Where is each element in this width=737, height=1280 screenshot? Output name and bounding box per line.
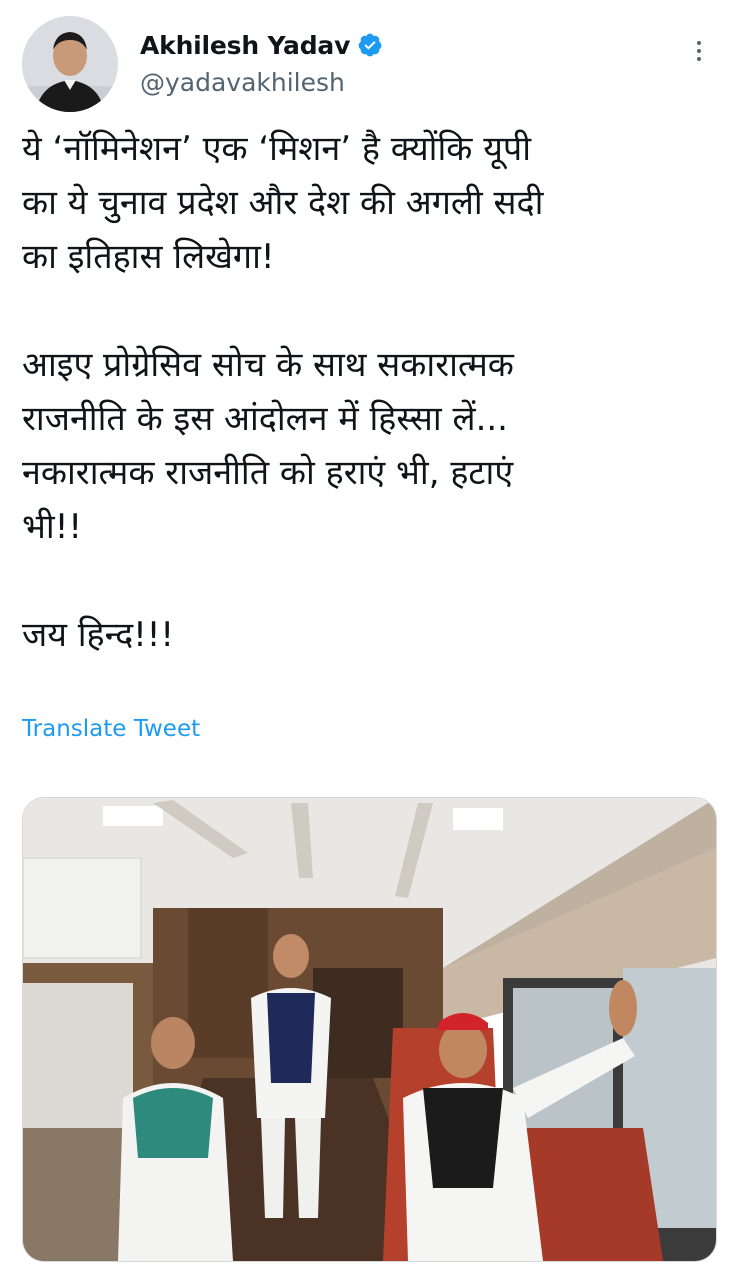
- translate-tweet-link[interactable]: Translate Tweet: [22, 716, 200, 742]
- more-options-icon[interactable]: [687, 36, 711, 66]
- tweet-photo[interactable]: [22, 797, 717, 1262]
- verified-badge-icon: [357, 32, 383, 58]
- more-dot: [697, 41, 701, 45]
- more-dot: [697, 57, 701, 61]
- display-name[interactable]: Akhilesh Yadav: [140, 31, 350, 60]
- tweet-paragraph-2: आइए प्रोग्रेसिव सोच के साथ सकारात्मक राज…: [22, 345, 514, 547]
- tweet-text: ये ‘नॉमिनेशन’ एक ‘मिशन’ है क्योंकि यूपी …: [22, 122, 722, 662]
- author-handle[interactable]: @yadavakhilesh: [140, 68, 383, 97]
- author-info: Akhilesh Yadav @yadavakhilesh: [140, 28, 383, 97]
- tweet-card: Akhilesh Yadav @yadavakhilesh ये ‘नॉमिने…: [0, 0, 737, 1280]
- tweet-paragraph-3: जय हिन्द!!!: [22, 615, 175, 655]
- avatar[interactable]: [22, 16, 118, 112]
- display-name-row: Akhilesh Yadav: [140, 28, 383, 62]
- tweet-paragraph-1: ये ‘नॉमिनेशन’ एक ‘मिशन’ है क्योंकि यूपी …: [22, 129, 544, 277]
- tweet-header: Akhilesh Yadav @yadavakhilesh: [22, 16, 715, 116]
- more-dot: [697, 49, 701, 53]
